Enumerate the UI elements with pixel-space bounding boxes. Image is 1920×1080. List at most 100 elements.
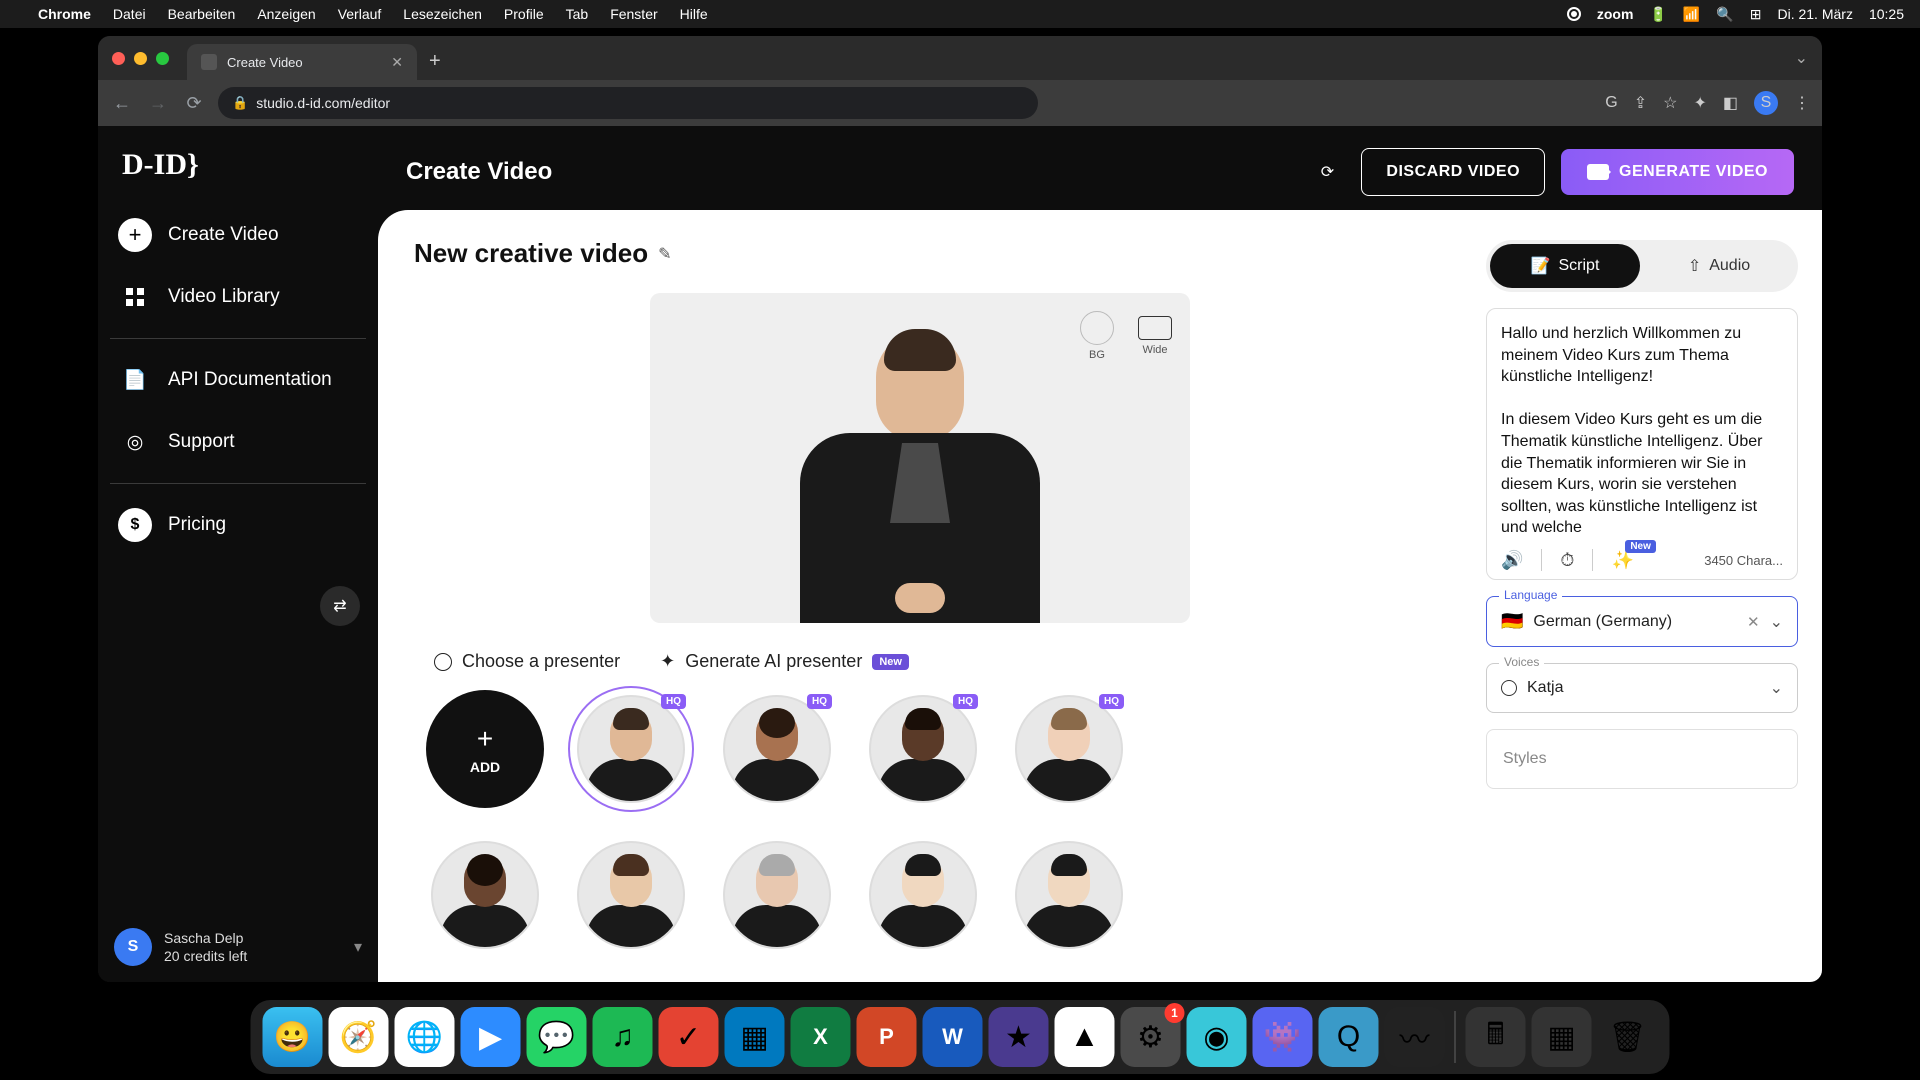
dock-todoist[interactable]: ✓: [659, 1007, 719, 1067]
url-field[interactable]: 🔒 studio.d-id.com/editor: [218, 87, 1038, 119]
script-audio-tabs: 📝 Script ⇧ Audio: [1486, 240, 1798, 292]
discard-video-button[interactable]: DISCARD VIDEO: [1361, 148, 1545, 196]
menubar-item[interactable]: Lesezeichen: [403, 6, 482, 22]
presenter-option[interactable]: HQ: [1010, 690, 1128, 808]
close-window-icon[interactable]: [112, 52, 125, 65]
pause-button[interactable]: ⏱: [1560, 550, 1574, 571]
menubar-item[interactable]: Datei: [113, 6, 146, 22]
wide-button[interactable]: Wide: [1138, 311, 1172, 361]
styles-select[interactable]: Styles: [1486, 729, 1798, 789]
sidepanel-icon[interactable]: ◧: [1723, 93, 1738, 113]
language-select[interactable]: Language 🇩🇪 German (Germany) ✕ ⌄: [1486, 596, 1798, 647]
clear-icon[interactable]: ✕: [1747, 613, 1760, 631]
control-center-icon[interactable]: ⊞: [1750, 6, 1762, 23]
bookmark-icon[interactable]: ☆: [1663, 93, 1677, 113]
google-icon[interactable]: G: [1605, 94, 1617, 112]
presenter-option[interactable]: [864, 836, 982, 954]
menubar-item[interactable]: Hilfe: [680, 6, 708, 22]
camera-icon: [1587, 164, 1609, 180]
wifi-icon[interactable]: 📶: [1683, 6, 1700, 23]
refresh-button[interactable]: ⟳: [1309, 154, 1345, 190]
menubar-time[interactable]: 10:25: [1869, 6, 1904, 22]
add-presenter-button[interactable]: + ADD: [426, 690, 544, 808]
sidebar-item-create-video[interactable]: + Create Video: [98, 204, 378, 266]
edit-title-icon[interactable]: ✎: [658, 244, 671, 264]
dock-app[interactable]: ◉: [1187, 1007, 1247, 1067]
voices-label: Voices: [1499, 655, 1544, 669]
dock-imovie[interactable]: ★: [989, 1007, 1049, 1067]
sidebar-item-pricing[interactable]: $ Pricing: [98, 494, 378, 556]
generate-video-button[interactable]: GENERATE VIDEO: [1561, 149, 1794, 195]
share-icon[interactable]: ⇪: [1634, 93, 1647, 113]
dock-audio[interactable]: 〰: [1385, 1007, 1445, 1067]
minimize-window-icon[interactable]: [134, 52, 147, 65]
menubar-item[interactable]: Bearbeiten: [168, 6, 236, 22]
presenter-option[interactable]: HQ: [864, 690, 982, 808]
presenter-option[interactable]: [1010, 836, 1128, 954]
magic-button[interactable]: ✨New: [1611, 550, 1633, 571]
upload-icon: ⇧: [1688, 256, 1701, 276]
back-button[interactable]: ←: [110, 93, 134, 114]
dock-excel[interactable]: X: [791, 1007, 851, 1067]
record-icon[interactable]: [1567, 7, 1581, 21]
extensions-icon[interactable]: ✦: [1693, 93, 1706, 113]
sidebar-item-support[interactable]: ◎ Support: [98, 411, 378, 473]
maximize-window-icon[interactable]: [156, 52, 169, 65]
profile-avatar[interactable]: S: [1754, 91, 1778, 115]
spotlight-icon[interactable]: 🔍: [1716, 6, 1733, 23]
dock-chrome[interactable]: 🌐: [395, 1007, 455, 1067]
script-textarea[interactable]: Hallo und herzlich Willkommen zu meinem …: [1486, 308, 1798, 580]
sidebar-item-video-library[interactable]: Video Library: [98, 266, 378, 328]
menubar-item[interactable]: Profile: [504, 6, 544, 22]
dock-whatsapp[interactable]: 💬: [527, 1007, 587, 1067]
zoom-status[interactable]: zoom: [1597, 6, 1634, 22]
tab-choose-presenter[interactable]: Choose a presenter: [434, 651, 620, 672]
main: Create Video ⟳ DISCARD VIDEO GENERATE VI…: [378, 126, 1822, 982]
user-menu[interactable]: S Sascha Delp 20 credits left ▾: [98, 912, 378, 982]
presenter-option[interactable]: [718, 836, 836, 954]
background-button[interactable]: BG: [1080, 311, 1114, 361]
reload-button[interactable]: ⟳: [182, 93, 206, 114]
tab-audio[interactable]: ⇧ Audio: [1644, 244, 1794, 288]
forward-button[interactable]: →: [146, 93, 170, 114]
tab-script[interactable]: 📝 Script: [1490, 244, 1640, 288]
new-tab-button[interactable]: +: [429, 50, 441, 73]
dock-spotify[interactable]: ♫: [593, 1007, 653, 1067]
dock-discord[interactable]: 👾: [1253, 1007, 1313, 1067]
lock-icon: 🔒: [232, 95, 248, 111]
menubar-date[interactable]: Di. 21. März: [1777, 6, 1852, 22]
menubar-item[interactable]: Fenster: [610, 6, 657, 22]
dock-word[interactable]: W: [923, 1007, 983, 1067]
menubar-item[interactable]: Verlauf: [338, 6, 382, 22]
menubar-item[interactable]: Anzeigen: [257, 6, 315, 22]
dock-finder[interactable]: 😀: [263, 1007, 323, 1067]
dock-quicktime[interactable]: Q: [1319, 1007, 1379, 1067]
tab-generate-presenter[interactable]: ✦ Generate AI presenter New: [660, 651, 909, 672]
dock-trash[interactable]: 🗑: [1598, 1007, 1658, 1067]
sidebar-item-api-docs[interactable]: 📄 API Documentation: [98, 349, 378, 411]
dock-safari[interactable]: 🧭: [329, 1007, 389, 1067]
close-tab-icon[interactable]: ✕: [391, 54, 403, 71]
presenter-option[interactable]: HQ: [718, 690, 836, 808]
dock-powerpoint[interactable]: P: [857, 1007, 917, 1067]
dock-folder[interactable]: ▦: [1532, 1007, 1592, 1067]
dock-drive[interactable]: ▲: [1055, 1007, 1115, 1067]
menubar-item[interactable]: Tab: [566, 6, 589, 22]
dock-trello[interactable]: ▦: [725, 1007, 785, 1067]
presenter-option[interactable]: [426, 836, 544, 954]
dock-zoom[interactable]: ▶: [461, 1007, 521, 1067]
listen-button[interactable]: 🔊: [1501, 550, 1523, 571]
dock-calculator[interactable]: 🖩: [1466, 1007, 1526, 1067]
presenter-option[interactable]: HQ: [572, 690, 690, 808]
collapse-sidebar-button[interactable]: ⇄: [320, 586, 360, 626]
voice-select[interactable]: Voices Katja ⌄: [1486, 663, 1798, 713]
chrome-menu-icon[interactable]: ⋮: [1794, 93, 1810, 113]
app-logo[interactable]: D-ID}: [98, 142, 378, 204]
presenter-option[interactable]: [572, 836, 690, 954]
wide-icon: [1138, 316, 1172, 340]
browser-tab[interactable]: Create Video ✕: [187, 44, 417, 80]
tab-list-icon[interactable]: ⌄: [1795, 48, 1808, 68]
battery-icon[interactable]: 🔋: [1649, 6, 1666, 23]
menubar-app[interactable]: Chrome: [38, 6, 91, 22]
dock-settings[interactable]: ⚙1: [1121, 1007, 1181, 1067]
